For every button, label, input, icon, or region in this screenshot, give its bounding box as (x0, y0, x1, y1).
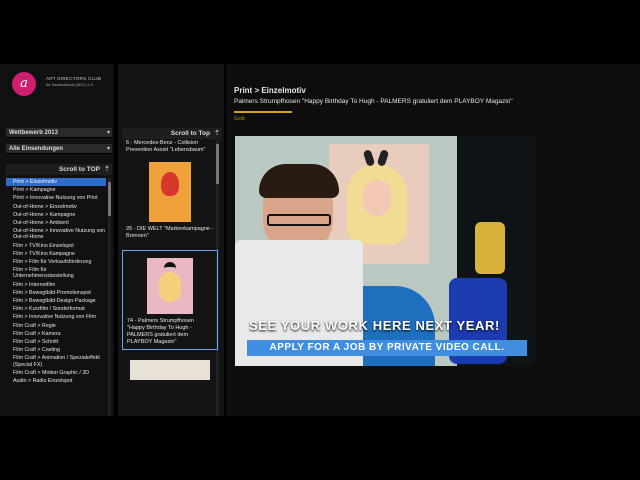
entry-caption: 6 - Mercedes-Benz - Collision Prevention… (126, 140, 206, 153)
category-item[interactable]: Film Craft > Animation / Spezialeffekt (… (6, 354, 106, 368)
category-item[interactable]: Film > Internetfilm (6, 281, 106, 289)
video-frame[interactable]: SEE YOUR WORK HERE NEXT YEAR! APPLY FOR … (235, 136, 535, 366)
entry-caption: 74 - Palmers Strumpfhosen "Happy Birthda… (127, 318, 194, 345)
category-item[interactable]: Print > Kampagne (6, 186, 106, 194)
left-panel: a ART DIRECTORS CLUB für Deutschland (AD… (0, 64, 114, 416)
award-bar (234, 111, 292, 113)
poster-face (363, 180, 391, 216)
category-item[interactable]: Audio > Radio Einzelspot (6, 377, 106, 385)
entry-item[interactable]: 6 - Mercedes-Benz - Collision Prevention… (122, 140, 218, 154)
submissions-select-value: Alle Einsendungen (9, 146, 64, 152)
category-item[interactable]: Film > Kurzfilm / Sonderformat (6, 305, 106, 313)
lucky-cat-figure (475, 222, 505, 274)
person-hair (259, 164, 339, 198)
entry-thumbnail (147, 258, 193, 314)
category-item-active[interactable]: Print > Einzelmotiv (6, 178, 106, 187)
org-info: ART DIRECTORS CLUB für Deutschland (ADC)… (46, 76, 112, 88)
portrait-shape (159, 272, 181, 302)
entry-thumbnail (149, 162, 191, 222)
category-item[interactable]: Out-of-Home > Ambient (6, 219, 106, 227)
chevron-down-icon: ▾ (106, 146, 110, 152)
overlay-headline: SEE YOUR WORK HERE NEXT YEAR! (249, 318, 500, 333)
category-item[interactable]: Film Craft > Motion Graphic / 3D (6, 369, 106, 377)
submissions-select[interactable]: Alle Einsendungen ▾ (6, 144, 112, 154)
entries-list: 6 - Mercedes-Benz - Collision Prevention… (122, 140, 218, 416)
category-item[interactable]: Film Craft > Casting (6, 346, 106, 354)
bunny-ear-right (376, 149, 390, 167)
category-item[interactable]: Film > TV/Kino Einzelspot (6, 242, 106, 250)
category-list: Print > Einzelmotiv Print > Kampagne Print… (6, 178, 106, 416)
adc-logo[interactable]: a (12, 72, 36, 96)
breadcrumb: Print > Einzelmotiv (234, 86, 306, 95)
category-item[interactable]: Print > Innovative Nutzung von Print (6, 194, 106, 202)
app-window: a ART DIRECTORS CLUB für Deutschland (AD… (0, 64, 640, 416)
category-item[interactable]: Film > Film für Unternehmensdarstellung (6, 266, 106, 280)
award-label: Gold (234, 116, 245, 122)
category-item[interactable]: Out-of-Home > Innovative Nutzung von Out… (6, 227, 106, 241)
entry-title: Palmers Strumpfhosen "Happy Birthday To … (234, 98, 513, 105)
category-item[interactable]: Film Craft > Schnitt (6, 338, 106, 346)
scroll-to-top-label: Scroll to TOP (58, 166, 100, 173)
scroll-to-top-button-left[interactable]: Scroll to TOP ⇡ (6, 164, 112, 175)
scroll-to-top-label: Scroll to Top (170, 130, 210, 137)
glasses-icon (267, 214, 331, 226)
arrow-up-icon: ⇡ (214, 130, 220, 137)
scrollbar-thumb[interactable] (108, 182, 111, 216)
category-item[interactable]: Film > Bewegtbild-Promotionspot (6, 289, 106, 297)
competition-select-value: Wettbewerb 2013 (9, 130, 58, 136)
flame-icon (161, 172, 179, 196)
scroll-to-top-button-entries[interactable]: Scroll to Top ⇡ (122, 128, 222, 139)
chevron-down-icon: ▾ (106, 130, 110, 136)
category-item[interactable]: Film Craft > Regie (6, 322, 106, 330)
category-item[interactable]: Film > TV/Kino Kampagne (6, 250, 106, 258)
entry-caption: 26 - DIE WELT "Markenkampagne - Brennen" (126, 226, 214, 239)
competition-select[interactable]: Wettbewerb 2013 ▾ (6, 128, 112, 138)
category-item[interactable]: Film > Bewegtbild-Design-Package (6, 297, 106, 305)
org-subtitle: für Deutschland (ADC) e.V. (46, 82, 95, 87)
category-item[interactable]: Out-of-Home > Einzelmotiv (6, 203, 106, 211)
overlay-cta-banner[interactable]: APPLY FOR A JOB BY PRIVATE VIDEO CALL. (247, 340, 527, 356)
entry-item-selected[interactable]: 74 - Palmers Strumpfhosen "Happy Birthda… (122, 250, 218, 350)
category-scrollbar[interactable] (108, 178, 111, 416)
category-item[interactable]: Film Craft > Kamera (6, 330, 106, 338)
category-item[interactable]: Out-of-Home > Kampagne (6, 211, 106, 219)
arrow-up-icon: ⇡ (104, 166, 110, 173)
category-item[interactable]: Film > Innovative Nutzung von Film (6, 313, 106, 321)
entry-item[interactable]: 26 - DIE WELT "Markenkampagne - Brennen" (122, 162, 218, 240)
entry-thumbnail[interactable] (130, 360, 210, 380)
category-item[interactable]: Film > Film für Verkaufsförderung (6, 258, 106, 266)
bunny-ear-left (362, 149, 376, 167)
